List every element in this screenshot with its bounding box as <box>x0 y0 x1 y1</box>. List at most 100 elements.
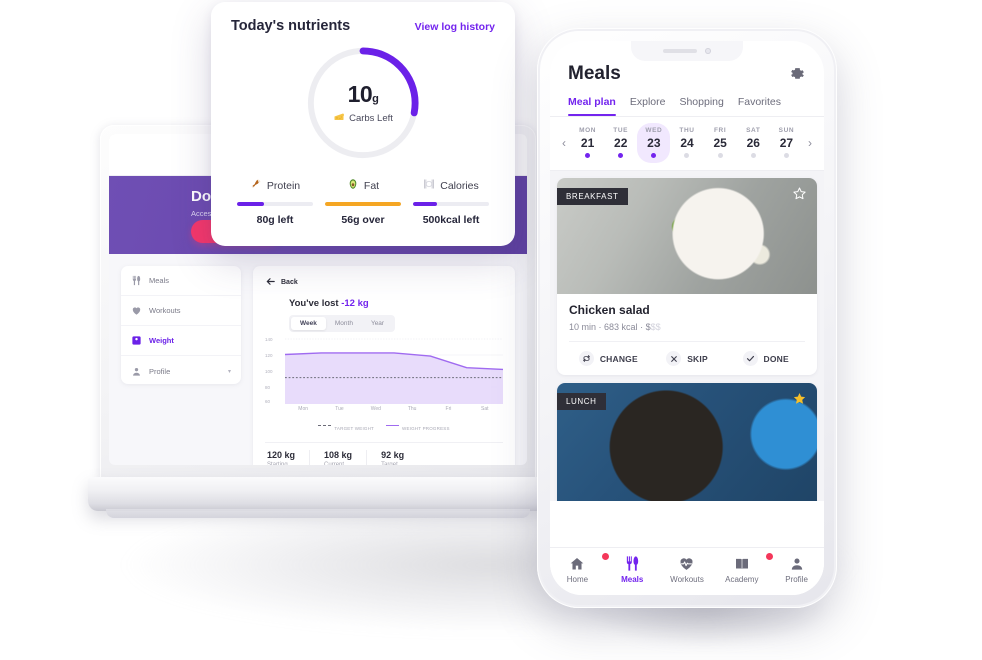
chart-x-labels: Mon Tue Wed Thu Fri Sat <box>285 406 503 412</box>
star-outline-icon[interactable] <box>792 186 807 201</box>
range-tab-week[interactable]: Week <box>291 317 326 330</box>
sidebar-label-profile: Profile <box>149 366 171 376</box>
stat-target: 92 kg Target <box>367 450 418 465</box>
nutrients-header: Today's nutrients View log history <box>231 18 495 34</box>
y-tick-60: 60 <box>265 399 271 404</box>
view-log-history-link[interactable]: View log history <box>415 21 495 33</box>
meal-feed[interactable]: BREAKFAST Chicken salad 10 min · 683 kca… <box>550 171 824 501</box>
sidebar-item-meals[interactable]: Meals <box>121 266 241 296</box>
carbs-value: 10g <box>348 81 379 108</box>
day-wed[interactable]: WED 23 <box>637 123 671 163</box>
meal-photo-lunch: LUNCH <box>557 383 817 501</box>
macro-fat: Fat 56g over <box>319 178 407 226</box>
meal-tag-lunch: LUNCH <box>557 393 606 410</box>
chevron-down-icon[interactable]: ▾ <box>228 368 231 375</box>
bottom-tab-bar: Home Meals Workouts Academy Profile <box>550 547 824 595</box>
meal-calories: 683 kcal <box>604 322 638 332</box>
ring-center: 10g Carbs Left <box>304 44 422 162</box>
cutlery-icon <box>605 555 660 572</box>
tabbar-label-meals: Meals <box>621 575 644 584</box>
macro-protein-value: 80g left <box>256 213 294 226</box>
tab-favorites[interactable]: Favorites <box>738 96 781 116</box>
day-thu-dow: THU <box>679 127 695 134</box>
macro-protein-bar <box>237 202 313 206</box>
day-sat-dow: SAT <box>746 127 761 134</box>
stat-target-label: Target <box>381 462 398 465</box>
laptop-base <box>88 477 548 511</box>
tabbar-item-profile[interactable]: Profile <box>769 555 824 584</box>
star-filled-icon[interactable] <box>792 391 807 406</box>
sidebar-item-weight[interactable]: Weight <box>121 326 241 356</box>
meal-card-lunch[interactable]: LUNCH <box>557 383 817 501</box>
web-sidebar: Meals Workouts Weight Profile ▾ <box>121 266 241 384</box>
tabbar-item-academy[interactable]: Academy <box>714 552 775 584</box>
day-mon[interactable]: MON 21 <box>571 123 604 163</box>
macro-fat-header: Fat <box>325 178 401 193</box>
macro-calories: Calories 500kcal left <box>407 178 495 226</box>
carbs-caption: Carbs Left <box>349 112 393 124</box>
range-tab-month[interactable]: Month <box>326 317 362 330</box>
scale-icon <box>131 335 142 346</box>
gear-icon[interactable] <box>789 66 806 83</box>
tabbar-item-workouts[interactable]: Workouts <box>660 555 715 584</box>
phone-mockup: Meals Meal plan Explore Shopping Favorit… <box>537 28 837 608</box>
tab-shopping[interactable]: Shopping <box>679 96 723 116</box>
headline-prefix: You've lost <box>289 298 342 309</box>
carbs-caption-row: Carbs Left <box>333 111 393 126</box>
next-week-icon[interactable]: › <box>803 136 817 150</box>
day-tue-dot <box>618 153 624 158</box>
skip-meal-button[interactable]: SKIP <box>648 342 727 375</box>
x-tick-tue: Tue <box>335 406 344 412</box>
tab-explore[interactable]: Explore <box>630 96 666 116</box>
avocado-icon <box>347 178 359 193</box>
tabbar-item-home[interactable]: Home <box>550 552 610 584</box>
day-fri[interactable]: FRI 25 <box>704 123 737 163</box>
prev-week-icon[interactable]: ‹ <box>557 136 571 150</box>
day-sun[interactable]: SUN 27 <box>770 123 803 163</box>
carbs-ring-wrapper: 10g Carbs Left <box>231 44 495 162</box>
carbs-number: 10 <box>347 80 373 107</box>
macro-fat-value: 56g over <box>341 213 385 226</box>
day-sun-num: 27 <box>779 136 794 150</box>
meal-actions-breakfast: CHANGE SKIP DONE <box>569 341 805 375</box>
back-label: Back <box>281 279 298 286</box>
macro-fat-label: Fat <box>363 179 380 192</box>
day-wed-dow: WED <box>645 127 663 134</box>
weight-chart: 140 120 100 80 60 <box>265 337 504 404</box>
day-sat-dot <box>750 153 756 158</box>
stat-starting-value: 120 kg <box>267 450 296 460</box>
meal-photo-breakfast: BREAKFAST <box>557 178 817 294</box>
day-sat[interactable]: SAT 26 <box>737 123 770 163</box>
day-tue[interactable]: TUE 22 <box>604 123 637 163</box>
chicken-leg-icon <box>250 178 262 193</box>
day-mon-dot <box>585 153 591 158</box>
sidebar-label-weight: Weight <box>149 336 174 345</box>
legend-label-progress: WEIGHT PROGRESS <box>402 426 450 431</box>
x-tick-mon: Mon <box>298 406 309 412</box>
day-thu[interactable]: THU 24 <box>670 123 703 163</box>
tab-meal-plan[interactable]: Meal plan <box>568 96 616 116</box>
change-meal-button[interactable]: CHANGE <box>569 342 648 375</box>
tabbar-label-home: Home <box>566 575 589 584</box>
price-empty: $$ <box>650 322 661 332</box>
carbs-progress-ring: 10g Carbs Left <box>304 44 422 162</box>
back-button[interactable]: Back <box>265 276 503 289</box>
day-wed-num: 23 <box>647 136 661 150</box>
done-meal-button[interactable]: DONE <box>726 342 805 375</box>
tabbar-item-meals[interactable]: Meals <box>605 555 660 584</box>
heart-icon <box>660 555 715 572</box>
week-day-picker: ‹ MON 21 TUE 22 WED 23 THU 24 FRI 25 SAT… <box>550 117 824 170</box>
stat-current-value: 108 kg <box>324 450 353 460</box>
heart-icon <box>131 305 142 316</box>
y-tick-80: 80 <box>265 385 271 390</box>
macro-protein: Protein 80g left <box>231 178 319 226</box>
sidebar-item-profile[interactable]: Profile ▾ <box>121 356 241 384</box>
meal-card-breakfast[interactable]: BREAKFAST Chicken salad 10 min · 683 kca… <box>557 178 817 375</box>
legend-label-target: TARGET WEIGHT <box>334 426 374 431</box>
carbs-unit: g <box>372 92 379 105</box>
sidebar-label-workouts: Workouts <box>149 306 181 315</box>
sidebar-item-workouts[interactable]: Workouts <box>121 296 241 326</box>
range-tab-year[interactable]: Year <box>362 317 393 330</box>
weight-headline: You've lost -12 kg <box>289 298 503 309</box>
cutlery-icon <box>131 275 142 286</box>
